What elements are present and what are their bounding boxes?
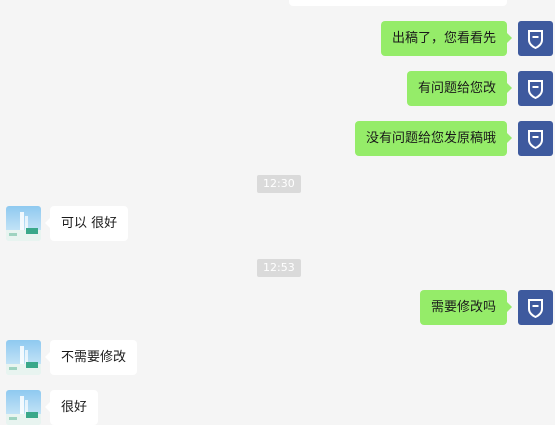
shield-icon [528,29,543,49]
landscape-photo-avatar [6,206,41,241]
chat-message-list[interactable]: 出稿了，您看看先 有问题给您改 没有问题给您发原稿哦 12:30 可以 很好 1… [0,0,555,425]
message-text: 有问题给您改 [417,81,496,96]
outgoing-message[interactable]: 出稿了，您看看先 [380,21,513,56]
message-text: 没有问题给您发原稿哦 [365,131,496,146]
outgoing-message[interactable]: 有问题给您改 [406,71,513,106]
timestamp: 12:30 [257,175,301,193]
shield-icon [528,129,543,149]
landscape-photo-avatar [6,340,41,375]
shield-icon [528,298,543,318]
message-text: 出稿了，您看看先 [391,31,496,46]
partial-message-bubble [289,0,507,6]
outgoing-message[interactable]: 需要修改吗 [419,290,513,325]
incoming-message[interactable]: 可以 很好 [44,206,129,241]
my-avatar[interactable] [518,71,553,106]
my-avatar[interactable] [518,21,553,56]
contact-avatar[interactable] [6,340,41,375]
message-text: 可以 很好 [61,216,118,231]
my-avatar[interactable] [518,121,553,156]
message-text: 需要修改吗 [430,300,496,315]
shield-icon [528,79,543,99]
my-avatar[interactable] [518,290,553,325]
contact-avatar[interactable] [6,206,41,241]
incoming-message[interactable]: 不需要修改 [44,340,138,375]
outgoing-message[interactable]: 没有问题给您发原稿哦 [354,121,513,156]
message-text: 很好 [61,400,88,415]
timestamp: 12:53 [257,259,301,277]
message-text: 不需要修改 [61,350,127,365]
